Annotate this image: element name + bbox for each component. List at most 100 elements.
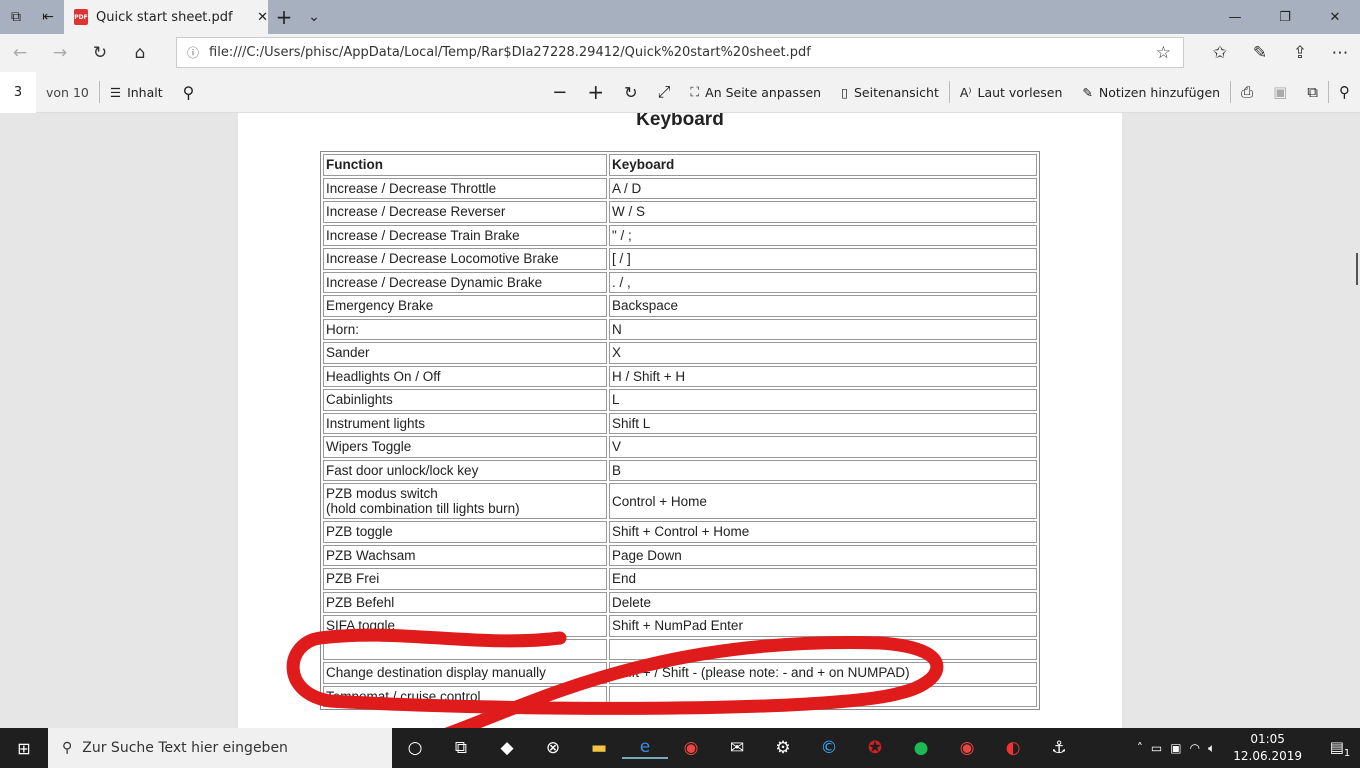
close-tab-icon[interactable]: ✕ bbox=[257, 10, 268, 25]
steam-icon[interactable]: ⚙ bbox=[760, 738, 806, 758]
keyboard-cell: B bbox=[609, 459, 1037, 481]
keyboard-cell: L bbox=[609, 389, 1037, 411]
battery-icon[interactable]: ▭ bbox=[1151, 741, 1162, 755]
spotify-icon[interactable]: ● bbox=[898, 738, 944, 758]
fit-page-button[interactable]: ⛶ An Seite anpassen bbox=[680, 84, 831, 100]
tab-preview-icon[interactable]: ⧉ bbox=[0, 9, 32, 25]
keyboard-cell: End bbox=[609, 568, 1037, 590]
fullscreen-icon[interactable]: ⤢ bbox=[648, 82, 681, 102]
keyboard-cell: N bbox=[609, 318, 1037, 340]
taskbar: ⊞ ⚲ Zur Suche Text hier eingeben ○ ⧉ ◆ ⊗ … bbox=[0, 728, 1360, 768]
volume-icon[interactable]: 🔈︎ bbox=[1208, 741, 1215, 756]
pdf-viewer[interactable]: Keyboard Function Keyboard Increase / Decr… bbox=[0, 113, 1360, 728]
keyboard-cell: Delete bbox=[609, 591, 1037, 613]
zoom-out-icon[interactable]: − bbox=[542, 82, 577, 103]
notifications-icon[interactable]: ▤1 bbox=[1320, 738, 1360, 759]
app-red-icon[interactable]: ✪ bbox=[852, 738, 898, 758]
game-icon[interactable]: ◐ bbox=[990, 738, 1036, 758]
contents-button[interactable]: ☰ Inhalt bbox=[100, 85, 173, 100]
pdf-page: Keyboard Function Keyboard Increase / Decr… bbox=[238, 113, 1122, 728]
address-bar[interactable]: ⓘ file:///C:/Users/phisc/AppData/Local/T… bbox=[176, 37, 1184, 68]
new-tab-icon[interactable]: + bbox=[268, 5, 300, 29]
wifi-icon[interactable]: ◠ bbox=[1190, 741, 1200, 755]
keyboard-cell: . / , bbox=[609, 271, 1037, 293]
task-view-icon[interactable]: ⧉ bbox=[438, 738, 484, 758]
pdf-icon: PDF bbox=[74, 9, 88, 25]
forward-icon[interactable]: → bbox=[40, 43, 80, 63]
more-icon[interactable]: ⋯ bbox=[1320, 43, 1360, 63]
notification-count: 1 bbox=[1343, 747, 1351, 759]
rotate-icon[interactable]: ↻ bbox=[614, 83, 647, 102]
xbox-icon[interactable]: ⊗ bbox=[530, 738, 576, 758]
taskbar-search[interactable]: ⚲ Zur Suche Text hier eingeben bbox=[48, 728, 392, 768]
set-aside-tabs-icon[interactable]: ⇤ bbox=[32, 9, 64, 25]
function-cell: SIFA toggle bbox=[323, 615, 607, 637]
app-icon[interactable]: ◆ bbox=[484, 738, 530, 758]
table-row: Increase / Decrease Dynamic Brake. / , bbox=[323, 271, 1037, 293]
maximize-icon[interactable]: ❐ bbox=[1260, 10, 1310, 25]
zoom-in-icon[interactable]: + bbox=[577, 80, 614, 104]
edge-icon[interactable]: e bbox=[622, 737, 668, 759]
table-row bbox=[323, 638, 1037, 660]
minimize-icon[interactable]: — bbox=[1210, 10, 1260, 25]
ccleaner-icon[interactable]: © bbox=[806, 738, 852, 758]
pen-icon[interactable]: ✎ bbox=[1240, 43, 1280, 63]
print-icon[interactable]: ⎙ bbox=[1231, 83, 1263, 101]
save-as-icon[interactable]: ⧉ bbox=[1297, 83, 1328, 101]
windows-start-icon[interactable]: ⊞ bbox=[0, 739, 48, 758]
favorite-star-icon[interactable]: ☆ bbox=[1156, 43, 1171, 63]
refresh-icon[interactable]: ↻ bbox=[80, 43, 120, 63]
table-row: Fast door unlock/lock key B bbox=[323, 459, 1037, 481]
clock[interactable]: 01:05 12.06.2019 bbox=[1223, 731, 1312, 765]
scrollbar[interactable] bbox=[1356, 253, 1358, 285]
pin-toolbar-icon[interactable]: ⚲ bbox=[1329, 83, 1360, 101]
add-notes-button[interactable]: ✎ Notizen hinzufügen bbox=[1072, 85, 1230, 100]
keyboard-cell: Control + Home bbox=[609, 483, 1037, 519]
read-aloud-button[interactable]: A⁾ Laut vorlesen bbox=[950, 85, 1073, 100]
cortana-icon[interactable]: ○ bbox=[392, 738, 438, 758]
read-aloud-icon: A⁾ bbox=[959, 84, 972, 100]
favorites-icon[interactable]: ✩ bbox=[1200, 43, 1240, 63]
function-cell: PZB Wachsam bbox=[323, 544, 607, 566]
function-cell: Emergency Brake bbox=[323, 295, 607, 317]
table-row: Increase / Decrease Throttle A / D bbox=[323, 177, 1037, 199]
save-icon[interactable]: ▣ bbox=[1263, 83, 1297, 101]
list-icon: ☰ bbox=[109, 84, 122, 100]
nav-bar: ← → ↻ ⌂ ⓘ file:///C:/Users/phisc/AppData… bbox=[0, 34, 1360, 72]
search-icon[interactable]: ⚲ bbox=[173, 83, 205, 102]
page-number-input[interactable]: 3 bbox=[0, 71, 36, 113]
function-cell: Increase / Decrease Dynamic Brake bbox=[323, 271, 607, 293]
function-cell: PZB modus switch (hold combination till … bbox=[323, 483, 607, 519]
table-row: PZB Wachsam Page Down bbox=[323, 544, 1037, 566]
function-cell: Increase / Decrease Reverser bbox=[323, 201, 607, 223]
chrome-icon[interactable]: ◉ bbox=[944, 738, 990, 758]
chevron-down-icon[interactable]: ⌄ bbox=[298, 9, 330, 25]
world-of-warships-icon[interactable]: ⚓ bbox=[1036, 738, 1082, 758]
back-icon[interactable]: ← bbox=[0, 43, 40, 63]
chevron-up-icon[interactable]: ˄ bbox=[1137, 741, 1143, 755]
fit-page-icon: ⛶ bbox=[690, 84, 700, 99]
function-cell: Sander bbox=[323, 342, 607, 364]
page-view-icon: ▯ bbox=[841, 84, 848, 100]
app-tray-icon[interactable]: ▣ bbox=[1170, 741, 1181, 755]
table-row: SIFA toggle Shift + NumPad Enter bbox=[323, 615, 1037, 637]
page-view-button[interactable]: ▯ Seitenansicht bbox=[831, 85, 949, 100]
chrome-icon[interactable]: ◉ bbox=[668, 738, 714, 758]
info-icon[interactable]: ⓘ bbox=[187, 44, 199, 61]
function-cell: Increase / Decrease Locomotive Brake bbox=[323, 248, 607, 270]
read-aloud-label: Laut vorlesen bbox=[977, 84, 1063, 100]
page-number: 3 bbox=[13, 84, 23, 100]
close-window-icon[interactable]: ✕ bbox=[1310, 10, 1360, 25]
pdf-toolbar: 3 von 10 ☰ Inhalt ⚲ − + ↻ ⤢ ⛶ An Seite anp… bbox=[0, 71, 1360, 113]
keyboard-cell: [ / ] bbox=[609, 248, 1037, 270]
file-explorer-icon[interactable]: ▬ bbox=[576, 738, 622, 758]
table-row: PZB toggle Shift + Control + Home bbox=[323, 521, 1037, 543]
search-icon: ⚲ bbox=[62, 740, 73, 756]
table-row: Headlights On / Off H / Shift + H bbox=[323, 365, 1037, 387]
mail-icon[interactable]: ✉ bbox=[714, 738, 760, 758]
function-cell: Change destination display manually bbox=[323, 662, 607, 684]
home-icon[interactable]: ⌂ bbox=[120, 43, 160, 63]
date: 12.06.2019 bbox=[1233, 749, 1302, 763]
share-icon[interactable]: ⇪ bbox=[1280, 43, 1320, 63]
tab-quick-start-sheet[interactable]: PDF Quick start sheet.pdf ✕ bbox=[64, 0, 268, 34]
